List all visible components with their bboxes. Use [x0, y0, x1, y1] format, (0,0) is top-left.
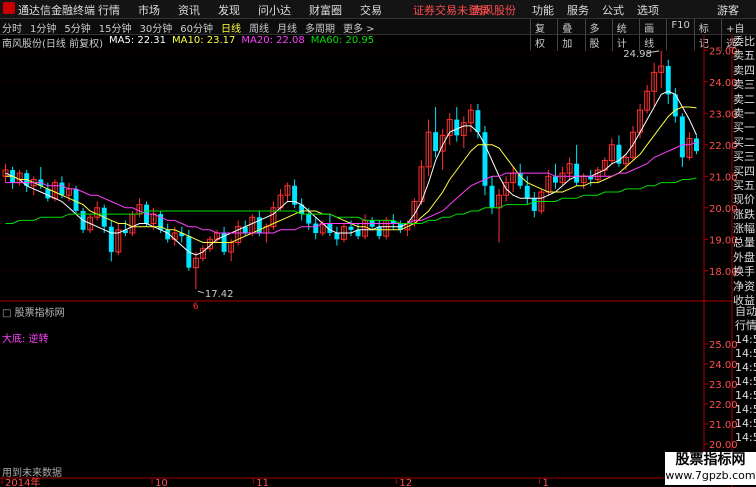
candle-body-down	[433, 132, 439, 152]
time-tick-label: 1	[542, 478, 548, 487]
time-label: 14:50	[735, 403, 756, 416]
candle-body-down	[108, 226, 114, 252]
time-label: 14:50	[735, 431, 756, 444]
quote-label: 买三	[733, 150, 755, 164]
sub-tick-label: 23.00	[709, 380, 738, 391]
time-tick-label: 11	[256, 478, 269, 487]
candle-body-down	[376, 226, 382, 237]
sub-tick-label: 20.00	[709, 440, 738, 451]
low-marker: 6	[193, 302, 199, 312]
time-label: 14:50	[735, 333, 756, 346]
candle-body-down	[334, 233, 340, 240]
indicator-value-label: 大底: 逆转	[2, 334, 49, 345]
quote-label: 卖四	[733, 63, 755, 77]
time-label: 14:50	[735, 417, 756, 430]
indicator-header: □ 股票指标网	[2, 304, 65, 319]
candle-body-down	[552, 176, 558, 183]
time-tick-label: 12	[399, 478, 412, 487]
ma20-value: MA20: 22.08	[241, 35, 305, 46]
ma10-value: MA10: 23.17	[172, 35, 236, 46]
quote-label: 卖三	[733, 78, 755, 92]
high-price-label: 24.98	[623, 49, 652, 60]
ma-legend: 南风股份(日线 前复权) MA5: 22.31 MA10: 23.17 MA20…	[2, 35, 374, 50]
quote-label: 买四	[733, 164, 755, 178]
quote-label: 委比	[733, 35, 755, 48]
quote-label: 涨跌	[733, 207, 755, 221]
candle-body-down	[59, 182, 65, 196]
time-label: 14:50	[735, 361, 756, 374]
time-label: 14:50	[735, 347, 756, 360]
candle-body-down	[348, 226, 354, 230]
candle-body-down	[679, 116, 685, 158]
quote-label: 涨幅	[733, 222, 755, 236]
watermark-title: 股票指标网	[675, 452, 746, 468]
time-sales-panel: 自动 行情 14:50 14:50 14:50 14:50 14:50 14:5…	[735, 305, 756, 445]
kline-chart[interactable]: 25.0024.0023.0022.0021.0020.0019.0018.00…	[0, 0, 756, 487]
sub-tick-label: 21.00	[709, 420, 738, 431]
quote-label: 卖五	[733, 49, 755, 63]
candle-body-down	[665, 66, 671, 95]
candle-body-down	[454, 119, 460, 136]
quote-label: 外盘	[733, 250, 755, 264]
candle-body-down	[574, 163, 580, 183]
ma60-value: MA60: 20.95	[310, 35, 375, 46]
indicator-toggle-icon[interactable]: □	[2, 308, 15, 319]
future-data-note: 用到未来数据	[2, 468, 62, 479]
quote-label: 卖二	[733, 92, 755, 106]
candle-body-down	[524, 185, 530, 199]
time-label: 14:50	[735, 375, 756, 388]
sub-right-label[interactable]: 自动	[735, 305, 756, 319]
candle-body-down	[475, 110, 481, 133]
candle-body-down	[489, 185, 495, 208]
time-label: 14:50	[735, 389, 756, 402]
candle-body-down	[313, 223, 319, 233]
candle-body-down	[517, 173, 523, 186]
quote-label: 净资	[733, 279, 755, 293]
quote-label: 买一	[733, 121, 755, 135]
candle-body-down	[694, 138, 699, 152]
time-tick-label: 10	[155, 478, 168, 487]
ma5-value: MA5: 22.31	[108, 35, 166, 46]
site-watermark: 股票指标网 www.7gpzb.com	[665, 452, 756, 485]
quote-panel: 委比 卖五 卖四 卖三 卖二 卖一 买一 买二 买三 买四 买五 现价 涨跌 涨…	[733, 35, 756, 308]
chart-title: 南风股份(日线 前复权)	[2, 39, 103, 50]
sub-right-label[interactable]: 行情	[735, 319, 756, 333]
quote-label: 卖一	[733, 106, 755, 120]
quote-label: 现价	[733, 193, 755, 207]
watermark-url: www.7gpzb.com	[665, 469, 756, 482]
sub-tick-label: 25.00	[709, 340, 738, 351]
quote-label: 买五	[733, 178, 755, 192]
candle-body-down	[73, 188, 79, 211]
low-price-label: 17.42	[205, 289, 234, 300]
low-arrow	[197, 290, 205, 294]
quote-label: 买二	[733, 135, 755, 149]
sub-tick-label: 24.00	[709, 360, 738, 371]
candle-body-down	[531, 198, 537, 211]
sub-tick-label: 22.00	[709, 400, 738, 411]
indicator-name: 股票指标网	[14, 308, 65, 319]
quote-label: 换手	[733, 265, 755, 279]
candle-body-down	[482, 132, 488, 186]
candle-body-down	[45, 188, 51, 199]
candle-body-down	[306, 214, 312, 224]
quote-label: 总量	[733, 236, 755, 250]
